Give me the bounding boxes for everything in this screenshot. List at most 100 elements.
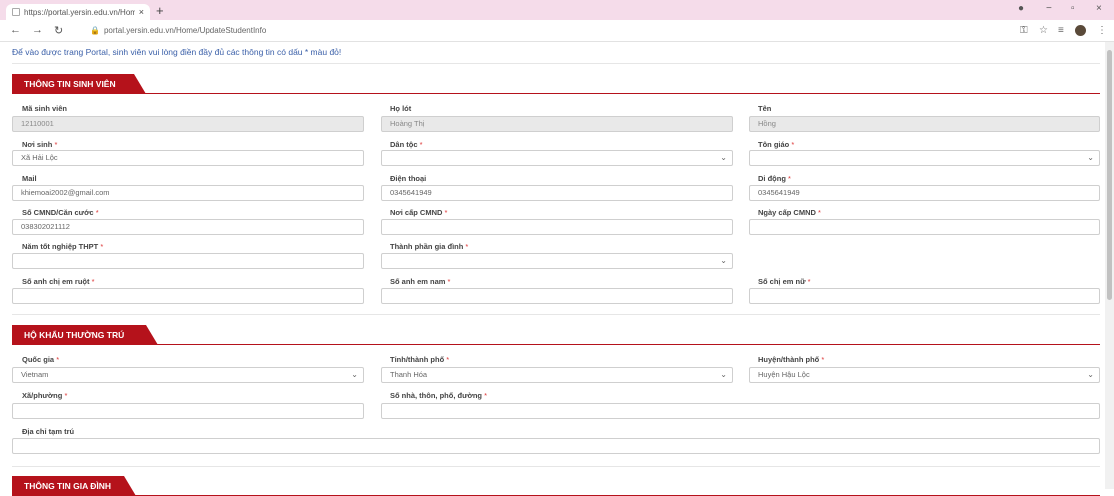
mail-value: khiemoai2002@gmail.com	[21, 188, 110, 197]
label-ethnicity: Dân tộc *	[390, 140, 423, 149]
ethnicity-select[interactable]: ⌄	[381, 150, 733, 166]
lock-icon: 🔒	[90, 26, 100, 35]
required-mark: *	[484, 391, 488, 400]
section-student-info: THÔNG TIN SINH VIÊN	[12, 74, 1100, 94]
required-mark: *	[465, 242, 469, 251]
birthplace-input[interactable]: Xã Hải Lộc	[12, 150, 364, 166]
chevron-down-icon: ⌄	[720, 370, 727, 379]
avatar[interactable]	[1075, 25, 1086, 36]
required-mark: *	[821, 355, 825, 364]
required-mark: *	[100, 242, 104, 251]
url-field[interactable]: 🔒 portal.yersin.edu.vn/Home/UpdateStudent…	[90, 26, 266, 35]
browser-tab[interactable]: https://portal.yersin.edu.vn/Hom ×	[6, 4, 150, 20]
forward-icon[interactable]: →	[32, 24, 43, 36]
required-mark: *	[788, 174, 791, 183]
divider	[12, 314, 1100, 315]
id-issue-place-input[interactable]	[381, 219, 733, 235]
maximize-icon[interactable]: ▫	[1071, 3, 1075, 14]
label-text: Nơi sinh	[22, 140, 53, 149]
brothers-input[interactable]	[381, 288, 733, 304]
label-birthplace: Nơi sinh *	[22, 140, 57, 149]
label-text: Tôn giáo	[758, 140, 790, 149]
label-mobile: Di động *	[758, 174, 791, 183]
label-family-background: Thành phần gia đình *	[390, 242, 468, 251]
label-id-number: Số CMND/Căn cước *	[22, 208, 99, 217]
label-text: Số anh em nam	[390, 277, 446, 286]
address-bar: ← → ↻ 🔒 portal.yersin.edu.vn/Home/UpdateS…	[0, 20, 1114, 42]
street-address-input[interactable]	[381, 403, 1100, 419]
district-value: Huyện Hậu Lộc	[758, 370, 810, 379]
district-select[interactable]: Huyện Hậu Lộc ⌄	[749, 367, 1100, 383]
minimize-icon[interactable]: −	[1046, 3, 1052, 14]
required-mark: *	[95, 208, 99, 217]
family-background-select[interactable]: ⌄	[381, 253, 733, 269]
label-text: Huyện/thành phố	[758, 355, 820, 364]
required-mark: *	[54, 140, 58, 149]
sisters-input[interactable]	[749, 288, 1100, 304]
reload-icon[interactable]: ↻	[54, 24, 63, 37]
label-text: Số anh chị em ruột	[22, 277, 90, 286]
section-family: THÔNG TIN GIA ĐÌNH	[12, 476, 1100, 496]
label-text: Dân tộc	[390, 140, 418, 149]
scrollbar-thumb[interactable]	[1107, 50, 1112, 300]
section-residence: HỘ KHẨU THƯỜNG TRÚ	[12, 325, 1100, 345]
reading-list-icon[interactable]: ≡	[1058, 25, 1064, 36]
id-number-value: 038302021112	[21, 222, 70, 231]
temporary-address-input[interactable]	[12, 438, 1100, 454]
student-id-field: 12110001	[12, 116, 364, 132]
profile-icon[interactable]: ●	[1018, 3, 1024, 14]
middle-name-field: Hoàng Thị	[381, 116, 733, 132]
menu-icon[interactable]: ⋮	[1097, 25, 1107, 36]
label-text: Năm tốt nghiệp THPT	[22, 242, 99, 251]
window-close-icon[interactable]: ×	[1096, 3, 1102, 14]
mobile-input[interactable]: 0345641949	[749, 185, 1100, 201]
province-value: Thanh Hóa	[390, 370, 428, 379]
page-favicon-icon	[12, 8, 20, 16]
required-mark: *	[446, 355, 450, 364]
label-mail: Mail	[22, 174, 37, 183]
required-mark: *	[56, 355, 60, 364]
graduation-year-input[interactable]	[12, 253, 364, 269]
chevron-down-icon: ⌄	[1087, 153, 1094, 162]
phone-input[interactable]: 0345641949	[381, 185, 733, 201]
first-name-field: Hồng	[749, 116, 1100, 132]
mail-input[interactable]: khiemoai2002@gmail.com	[12, 185, 364, 201]
required-mark: *	[419, 140, 423, 149]
chevron-down-icon: ⌄	[351, 370, 358, 379]
id-issue-date-input[interactable]	[749, 219, 1100, 235]
chevron-down-icon: ⌄	[1087, 370, 1094, 379]
label-first-name: Tên	[758, 104, 772, 113]
required-mark: *	[807, 277, 811, 286]
label-text: Di động	[758, 174, 786, 183]
religion-select[interactable]: ⌄	[749, 150, 1100, 166]
label-id-issue-place: Nơi cấp CMND *	[390, 208, 447, 217]
back-icon[interactable]: ←	[10, 24, 21, 36]
label-text: Thành phần gia đình	[390, 242, 464, 251]
chevron-down-icon: ⌄	[720, 256, 727, 265]
required-mark: *	[818, 208, 821, 217]
label-text: Xã/phường	[22, 391, 63, 400]
required-mark: *	[791, 140, 795, 149]
phone-value: 0345641949	[390, 188, 432, 197]
label-country: Quốc gia *	[22, 355, 59, 364]
country-select[interactable]: Vietnam ⌄	[12, 367, 364, 383]
key-icon[interactable]: ⚿	[1020, 25, 1028, 36]
label-student-id: Mã sinh viên	[22, 104, 68, 113]
star-icon[interactable]: ☆	[1039, 25, 1048, 36]
label-street-address: Số nhà, thôn, phố, đường *	[390, 391, 487, 400]
birthplace-value: Xã Hải Lộc	[21, 153, 58, 162]
label-graduation-year: Năm tốt nghiệp THPT *	[22, 242, 103, 251]
label-sisters: Số chị em nữ *	[758, 277, 811, 286]
id-number-input[interactable]: 038302021112	[12, 219, 364, 235]
label-ward: Xã/phường *	[22, 391, 67, 400]
label-middle-name: Họ lót	[390, 104, 412, 113]
section-title: HỘ KHẨU THƯỜNG TRÚ	[12, 325, 158, 345]
label-religion: Tôn giáo *	[758, 140, 794, 149]
province-select[interactable]: Thanh Hóa ⌄	[381, 367, 733, 383]
close-tab-icon[interactable]: ×	[139, 7, 144, 17]
new-tab-button[interactable]: +	[156, 3, 164, 18]
required-mark: *	[64, 391, 68, 400]
ward-input[interactable]	[12, 403, 364, 419]
siblings-input[interactable]	[12, 288, 364, 304]
country-value: Vietnam	[21, 370, 49, 379]
